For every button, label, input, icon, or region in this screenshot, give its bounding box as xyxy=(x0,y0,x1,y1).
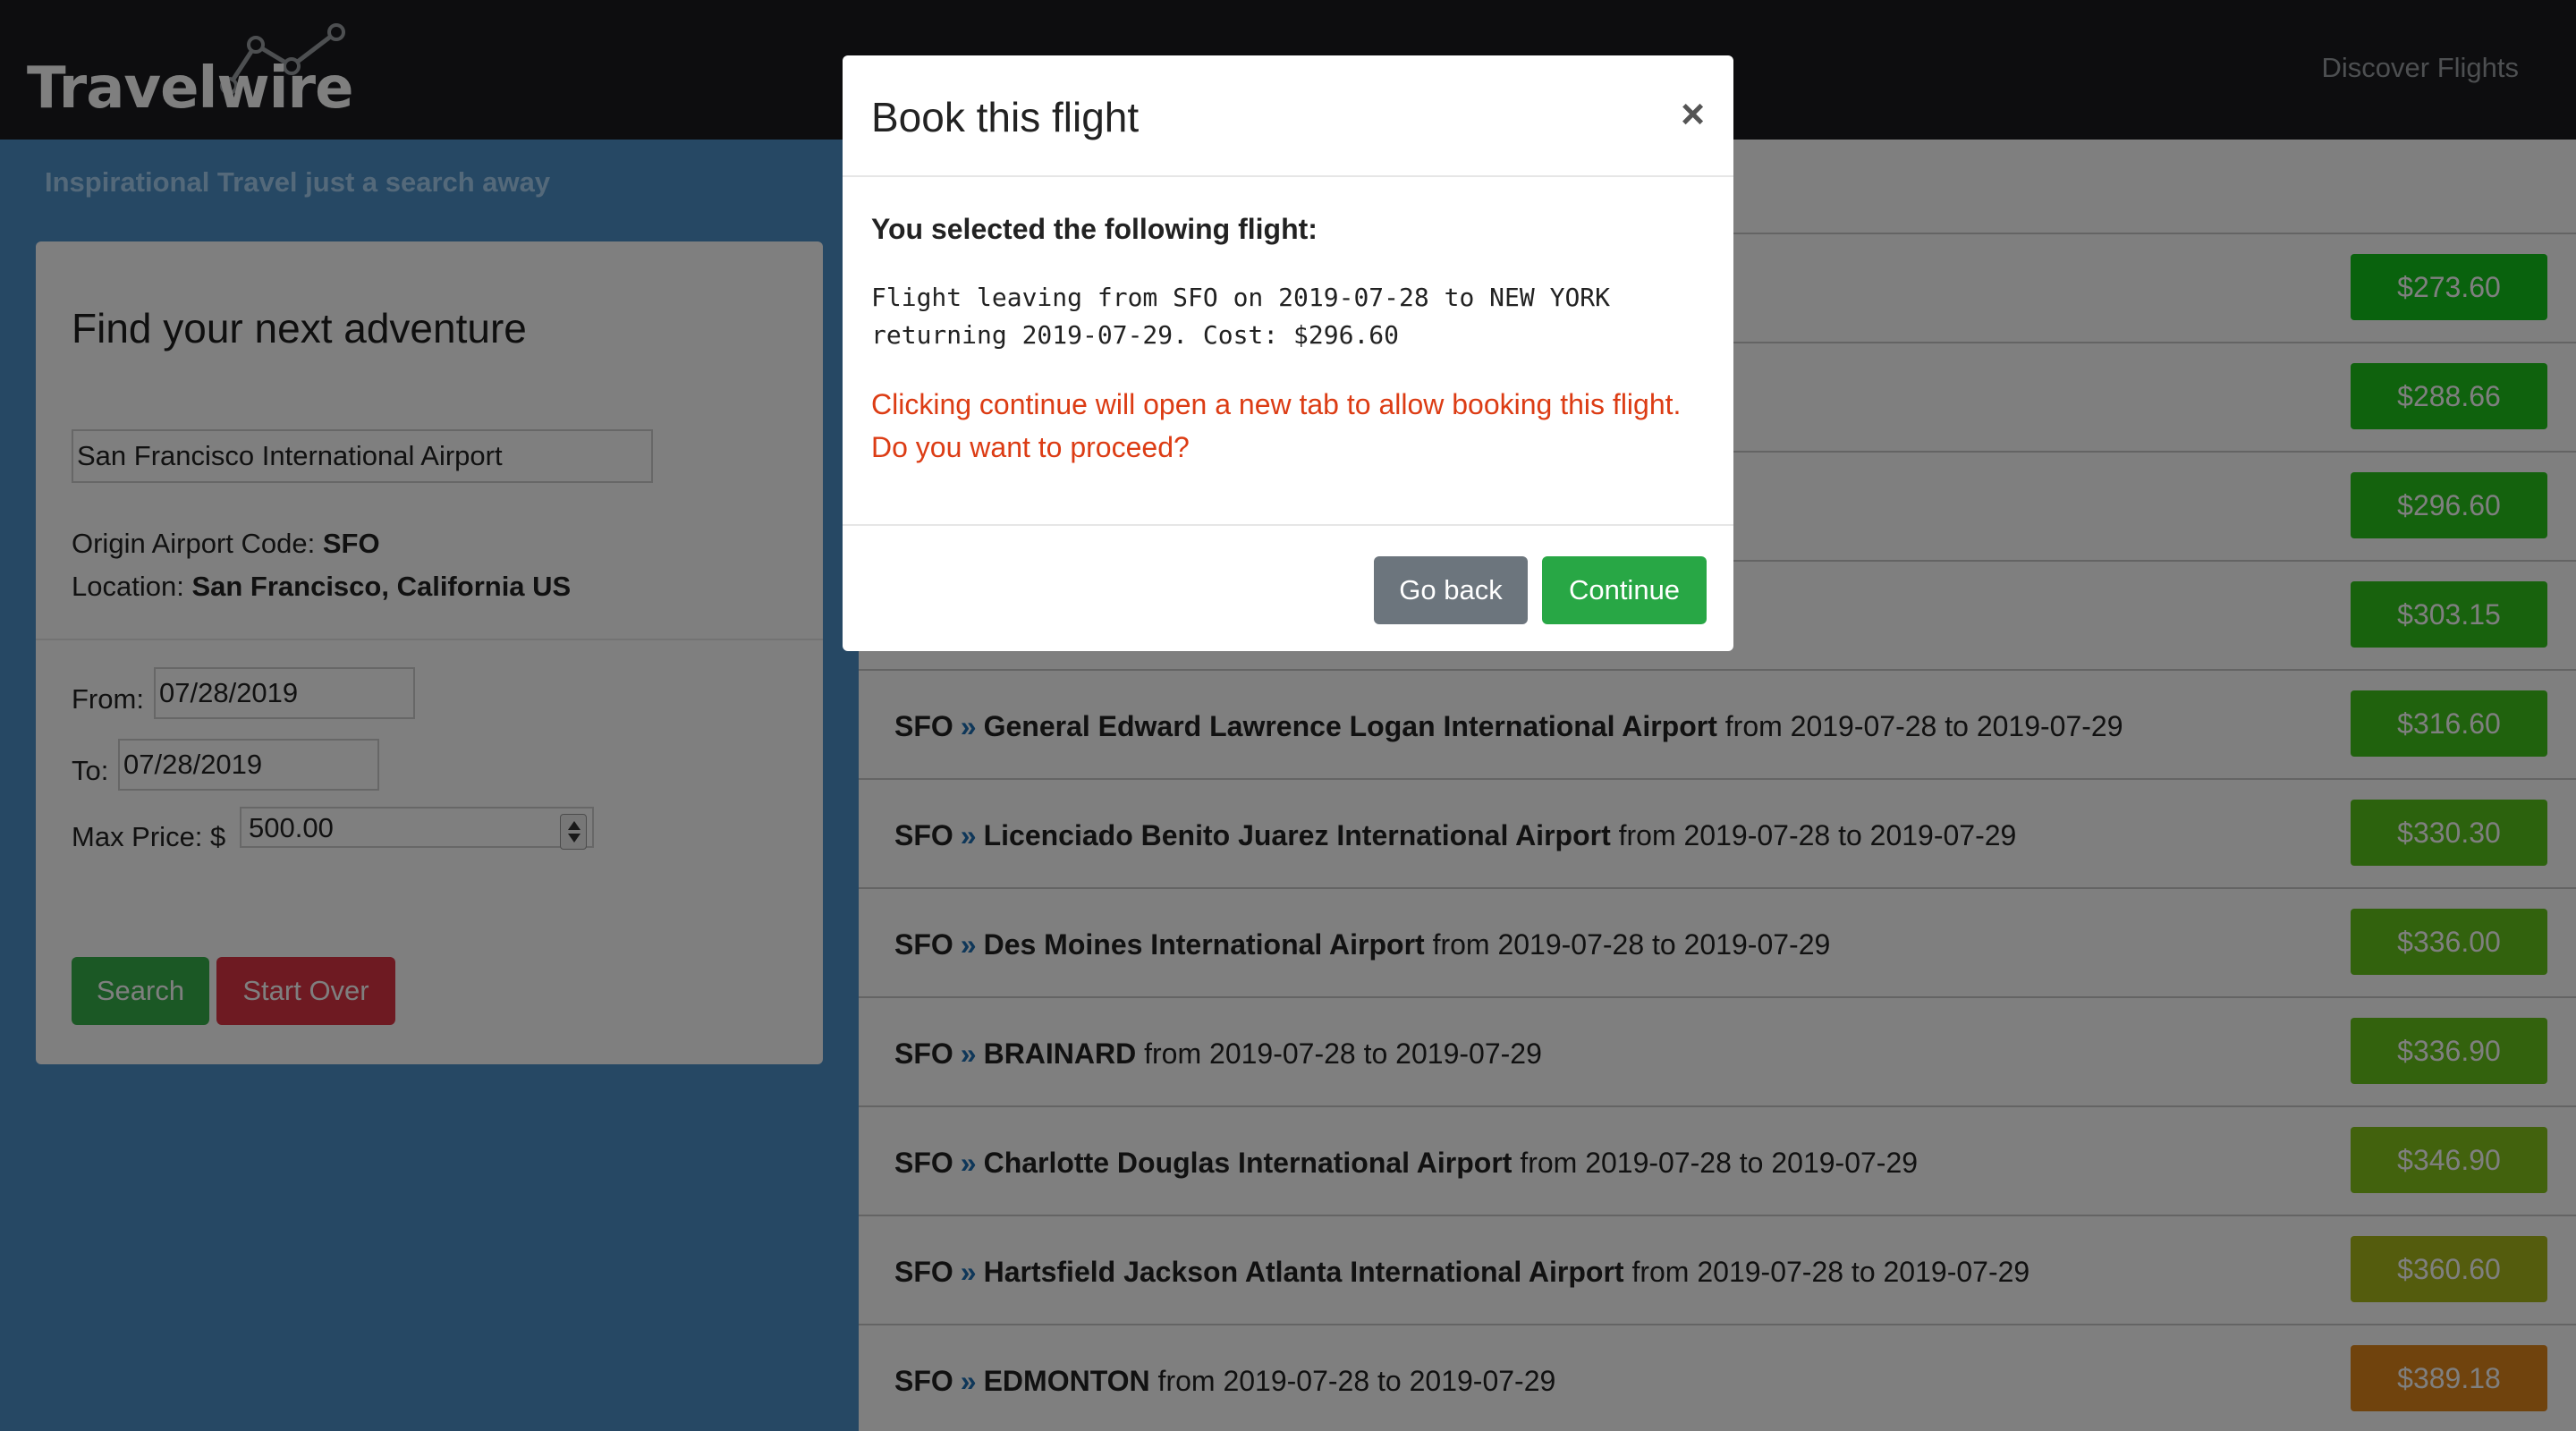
continue-button[interactable]: Continue xyxy=(1542,556,1707,624)
modal-header: Book this flight × xyxy=(843,55,1733,177)
flight-details-line2: returning 2019-07-29. Cost: $296.60 xyxy=(871,320,1400,350)
modal-title: Book this flight xyxy=(871,94,1140,140)
go-back-button[interactable]: Go back xyxy=(1374,556,1528,624)
modal-subtitle: You selected the following flight: xyxy=(871,213,1318,245)
modal-footer-divider xyxy=(843,524,1733,526)
book-flight-modal: Book this flight × You selected the foll… xyxy=(843,55,1733,651)
flight-details-line1: Flight leaving from SFO on 2019-07-28 to… xyxy=(871,283,1611,312)
close-icon[interactable]: × xyxy=(1681,89,1705,138)
flight-details: Flight leaving from SFO on 2019-07-28 to… xyxy=(871,279,1676,354)
booking-warning: Clicking continue will open a new tab to… xyxy=(871,388,1682,463)
